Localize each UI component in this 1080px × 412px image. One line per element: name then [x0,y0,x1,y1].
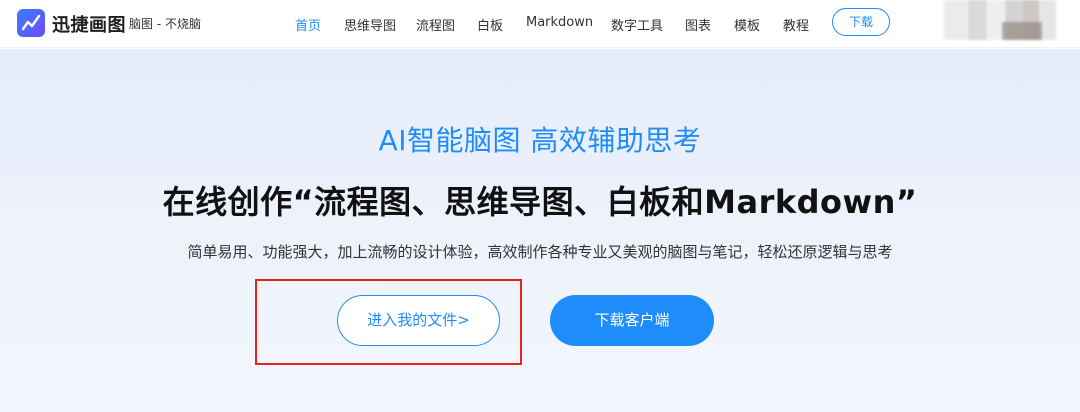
hero-subtitle: AI智能脑图 高效辅助思考 [378,124,702,157]
nav-item-home[interactable]: 首页 [295,15,321,34]
top-navbar: 迅捷画图 脑图 - 不烧脑 首页 思维导图 流程图 白板 Markdown 数字… [0,0,1080,48]
hero-section: AI智能脑图 高效辅助思考 在线创作“流程图、思维导图、白板和Markdown”… [0,49,1080,412]
hero-title: 在线创作“流程图、思维导图、白板和Markdown” [162,183,918,221]
user-avatar[interactable] [944,0,1056,40]
nav-item-mindmap[interactable]: 思维导图 [344,15,396,34]
nav-item-flowchart[interactable]: 流程图 [416,15,455,34]
download-button[interactable]: 下载 [832,8,890,36]
hero-description: 简单易用、功能强大，加上流畅的设计体验，高效制作各种专业又美观的脑图与笔记，轻松… [187,243,893,261]
nav-item-charts[interactable]: 图表 [685,15,711,34]
nav-item-digital-tools[interactable]: 数字工具 [611,15,663,34]
nav-item-whiteboard[interactable]: 白板 [477,15,503,34]
brand-name[interactable]: 迅捷画图 [52,11,126,37]
brand-tagline: 脑图 - 不烧脑 [129,17,201,31]
nav-item-templates[interactable]: 模板 [734,15,760,34]
enter-my-files-button[interactable]: 进入我的文件> [337,295,500,346]
nav-item-tutorials[interactable]: 教程 [783,15,809,34]
nav-item-markdown[interactable]: Markdown [526,15,593,30]
download-client-button[interactable]: 下载客户端 [550,295,714,346]
chart-line-icon[interactable] [17,9,45,37]
